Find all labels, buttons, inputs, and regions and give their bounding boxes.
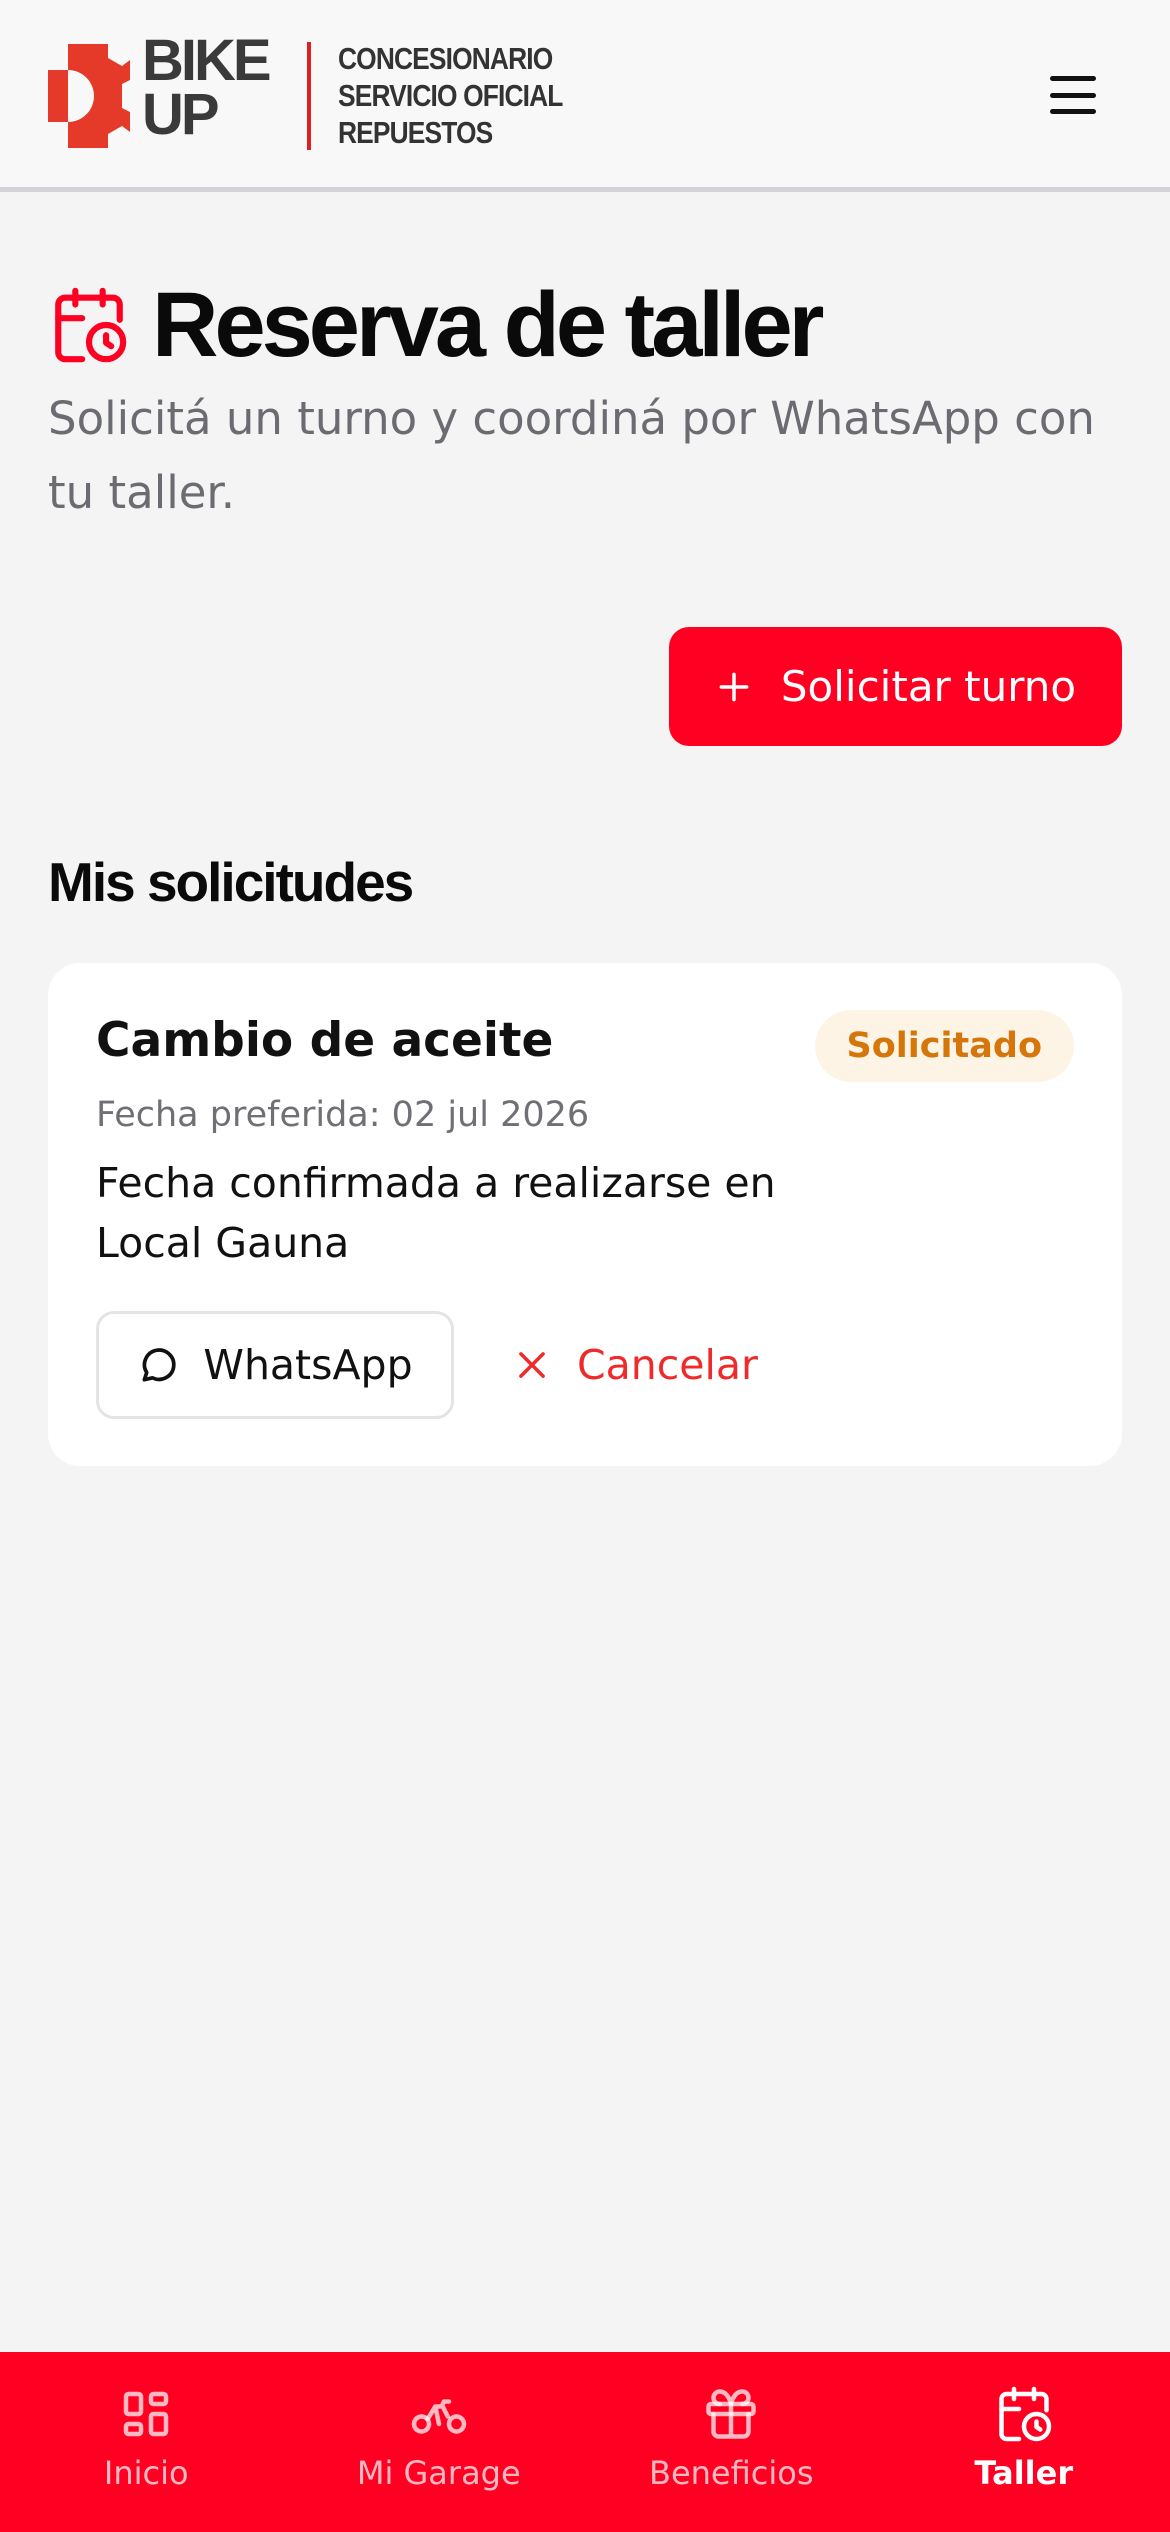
cancel-label: Cancelar xyxy=(577,1341,758,1389)
page-heading: Reserva de taller xyxy=(48,270,824,380)
nav-item-beneficios[interactable]: Beneficios xyxy=(585,2352,878,2532)
logo-divider xyxy=(307,42,311,150)
page-subtitle: Solicitá un turno y coordiná por WhatsAp… xyxy=(48,392,1095,519)
chat-bubble-icon xyxy=(142,1348,176,1382)
calendar-clock-icon xyxy=(999,2386,1051,2442)
cancel-button[interactable]: Cancelar xyxy=(513,1311,758,1419)
tagline-line: SERVICIO OFICIAL xyxy=(338,78,563,113)
tagline-line: REPUESTOS xyxy=(338,115,493,150)
hamburger-menu-icon[interactable] xyxy=(1046,70,1100,120)
calendar-clock-icon xyxy=(55,287,127,363)
close-icon xyxy=(519,1352,545,1378)
dashboard-grid-icon xyxy=(124,2391,169,2437)
request-appointment-button[interactable]: Solicitar turno xyxy=(669,627,1122,746)
nav-item-inicio[interactable]: Inicio xyxy=(0,2352,293,2532)
motorcycle-icon xyxy=(411,2399,466,2434)
request-appointment-label: Solicitar turno xyxy=(780,662,1077,711)
request-description: Fecha confirmada a realizarse en Local G… xyxy=(96,1159,776,1267)
nav-label: Beneficios xyxy=(649,2454,814,2492)
nav-item-taller[interactable]: Taller xyxy=(878,2352,1170,2532)
nav-label: Inicio xyxy=(103,2454,189,2492)
brand-name-line1: BIKE xyxy=(142,28,272,93)
gear-logo-icon xyxy=(48,44,130,148)
nav-label: Mi Garage xyxy=(356,2454,521,2492)
app-header: BIKE UP CONCESIONARIO SERVICIO OFICIAL R… xyxy=(0,0,1170,192)
request-card: Cambio de aceite Solicitado Fecha prefer… xyxy=(48,963,1122,1466)
brand-name-line2: UP xyxy=(142,82,220,147)
gift-icon xyxy=(706,2389,756,2439)
whatsapp-label: WhatsApp xyxy=(203,1341,413,1389)
status-badge: Solicitado xyxy=(814,1010,1074,1082)
page-title: Reserva de taller xyxy=(152,273,824,376)
brand-logo[interactable]: BIKE UP CONCESIONARIO SERVICIO OFICIAL R… xyxy=(48,32,608,152)
nav-label: Taller xyxy=(974,2454,1074,2492)
tagline-line: CONCESIONARIO xyxy=(338,41,553,76)
request-title: Cambio de aceite xyxy=(96,1013,554,1068)
preferred-date: Fecha preferida: 02 jul 2026 xyxy=(96,1095,590,1135)
brand-wordmark: BIKE UP xyxy=(142,28,272,147)
section-title: Mis solicitudes xyxy=(48,851,414,913)
nav-item-mi-garage[interactable]: Mi Garage xyxy=(293,2352,586,2532)
bottom-nav: Inicio Mi Garage Beneficios Taller xyxy=(0,2352,1170,2532)
plus-icon xyxy=(719,672,749,701)
brand-tagline: CONCESIONARIO SERVICIO OFICIAL REPUESTOS xyxy=(338,40,563,151)
whatsapp-button[interactable]: WhatsApp xyxy=(96,1311,454,1419)
